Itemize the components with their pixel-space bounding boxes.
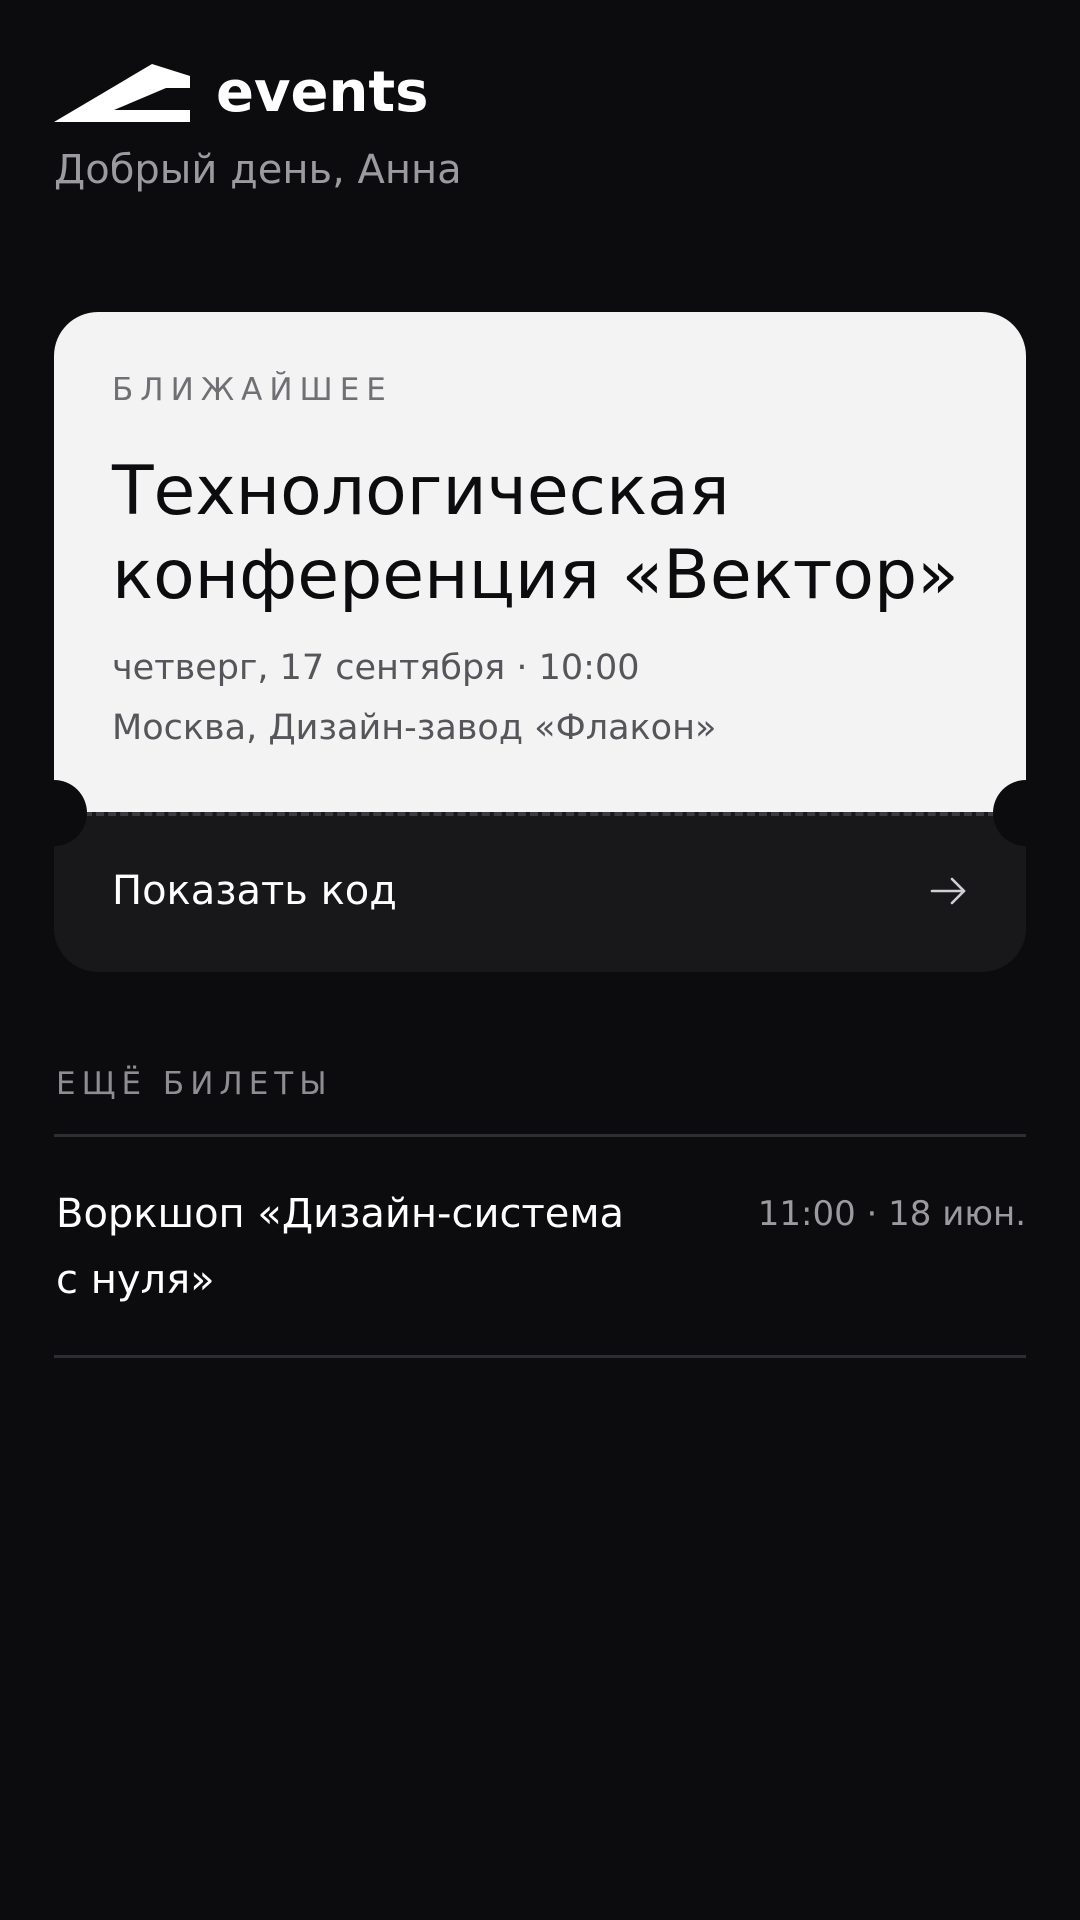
ticket-item-datetime: 11:00 · 18 июн.: [757, 1194, 1026, 1234]
event-location: Москва, Дизайн-завод «Флакон»: [112, 708, 717, 748]
event-title: Технологическая конференция «Вектор»: [112, 452, 959, 615]
more-tickets-heading: ЕЩЁ БИЛЕТЫ: [56, 1066, 333, 1102]
arrow-right-icon: [930, 877, 966, 905]
ticket-notch-right: [993, 780, 1059, 846]
app-header: events Добрый день, Анна: [54, 64, 462, 194]
upcoming-ticket-card: БЛИЖАЙШЕЕ Технологическая конференция «В…: [21, 312, 1059, 972]
ticket-info: БЛИЖАЙШЕЕ Технологическая конференция «В…: [54, 312, 1026, 812]
brand: events: [54, 64, 462, 122]
event-datetime: четверг, 17 сентября · 10:00: [112, 648, 640, 688]
ticket-list-item[interactable]: Воркшоп «Дизайн-система с нуля» 11:00 · …: [54, 1137, 1026, 1355]
brand-name: events: [216, 60, 429, 125]
greeting-text: Добрый день, Анна: [54, 147, 462, 193]
ticket-item-title: Воркшоп «Дизайн-система с нуля»: [56, 1191, 625, 1303]
roof-logo-icon: [54, 64, 190, 122]
show-code-button[interactable]: Показать код: [54, 812, 1026, 972]
list-divider: [54, 1355, 1026, 1358]
ticket-notch-left: [21, 780, 87, 846]
upcoming-label: БЛИЖАЙШЕЕ: [112, 372, 393, 408]
show-code-label: Показать код: [112, 868, 397, 914]
ticket-perforation: [84, 812, 996, 816]
